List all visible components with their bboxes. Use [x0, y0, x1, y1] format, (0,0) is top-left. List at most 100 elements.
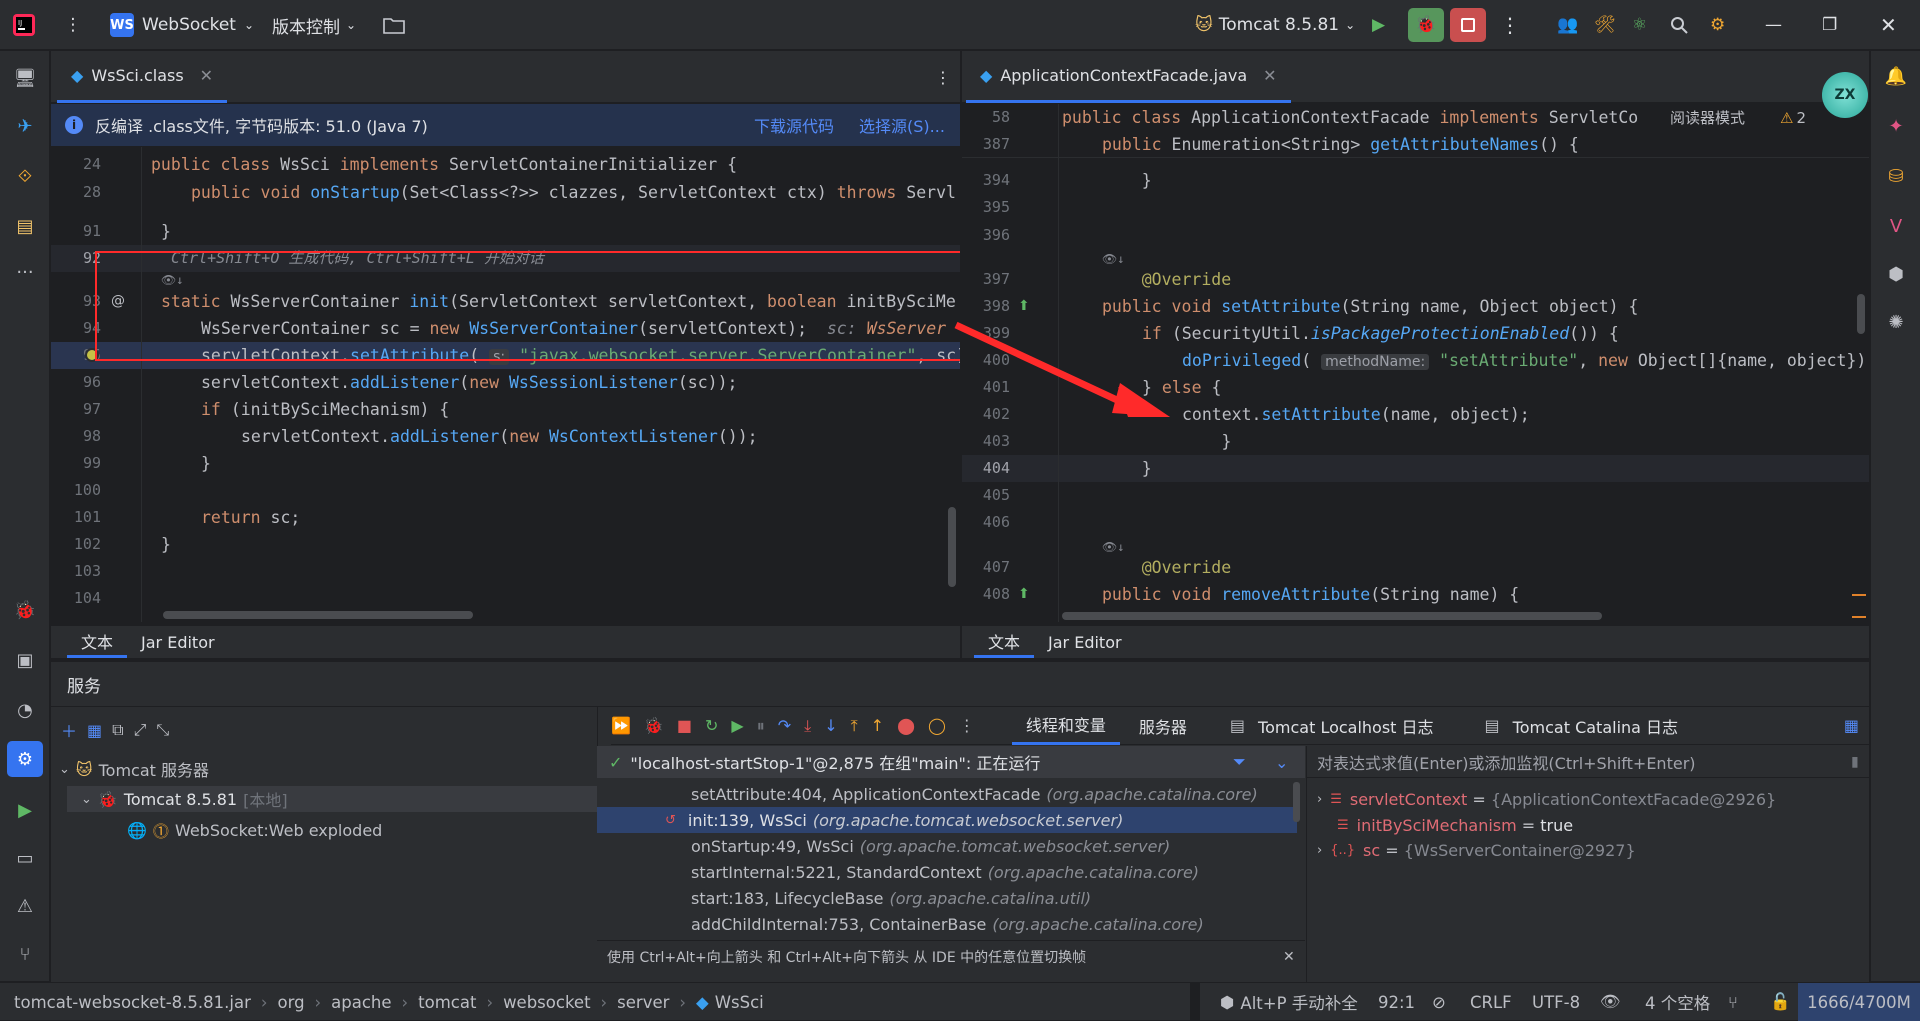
horizontal-scrollbar[interactable]	[163, 611, 473, 619]
structure-icon[interactable]: ⟐	[12, 163, 38, 189]
download-source-link[interactable]: 下载源代码	[754, 113, 834, 137]
collapse-all-icon[interactable]: ⤡	[156, 720, 169, 740]
settings-icon[interactable]: ⚙	[1710, 0, 1725, 50]
close-icon[interactable]: ✕	[200, 66, 213, 85]
filter-icon[interactable]: ⏷	[1233, 752, 1246, 772]
close-icon[interactable]: ✕	[1283, 949, 1295, 965]
vertical-scrollbar[interactable]	[1857, 294, 1865, 334]
step-out-icon[interactable]: ⤒	[851, 716, 858, 736]
tab-wssci-class[interactable]: ◆ WsSci.class ✕	[57, 51, 228, 103]
tools-icon[interactable]: 🛠	[1594, 0, 1616, 50]
terminal-icon[interactable]: ▭	[12, 845, 38, 871]
more-icon[interactable]: ⋮	[959, 716, 975, 735]
vcs-selector[interactable]: 版本控制 ⌄	[272, 0, 356, 50]
mute-breakpoints-icon[interactable]: ◯	[928, 716, 946, 735]
minimize-icon[interactable]: —	[1765, 0, 1782, 50]
bookmarks-icon[interactable]: ▣	[12, 647, 38, 673]
rerun-icon[interactable]: ⏩	[611, 716, 631, 735]
error-stripe-mark[interactable]	[1852, 616, 1866, 618]
close-icon[interactable]: ✕	[1263, 66, 1276, 85]
problems-icon[interactable]: ⚠	[12, 893, 38, 919]
debug-button[interactable]: 🐞	[1408, 0, 1444, 50]
tab-options-icon[interactable]: ⋮	[921, 51, 965, 103]
tab-threads-variables[interactable]: 线程和变量	[1011, 707, 1120, 745]
implements-marker-icon[interactable]: ⬆	[1018, 581, 1030, 608]
horizontal-scrollbar[interactable]	[1062, 612, 1602, 620]
project-icon[interactable]: 🖥	[12, 65, 38, 91]
new-tab-icon[interactable]: ⧉	[112, 720, 123, 740]
debug-tool-icon[interactable]: 🐞	[12, 597, 38, 623]
expand-all-icon[interactable]: ⤢	[134, 720, 147, 740]
breadcrumb-item[interactable]: org	[277, 993, 304, 1012]
breadcrumb-item[interactable]: server	[617, 993, 669, 1012]
error-stripe-mark[interactable]	[1852, 594, 1866, 596]
v-plugin-icon[interactable]: V	[1883, 213, 1909, 239]
run-icon[interactable]: ▶	[1372, 0, 1385, 50]
plugin-icon[interactable]: ⚛	[1632, 0, 1647, 50]
tree-item-artifact[interactable]: 🌐 ⓵ WebSocket:Web exploded	[127, 817, 382, 843]
tree-item-tomcat-instance[interactable]: ⌄ 🐞 Tomcat 8.5.81 [本地]	[67, 786, 631, 812]
more-actions-icon[interactable]: ⋮	[1500, 0, 1520, 50]
stack-frame-selected[interactable]: ↺ init:139, WsSci (org.apache.tomcat.webso…	[597, 807, 1297, 833]
evaluate-expression-input[interactable]: 对表达式求值(Enter)或添加监视(Ctrl+Shift+Enter) ▮	[1307, 746, 1869, 778]
memory-indicator[interactable]: 1666/4700M	[1798, 983, 1920, 1021]
stack-frame[interactable]: onStartup:49, WsSci (org.apache.tomcat.we…	[597, 833, 1297, 859]
breadcrumb-item[interactable]: apache	[331, 993, 391, 1012]
completion-widget[interactable]: ⬢ Alt+P 手动补全	[1220, 983, 1358, 1021]
group-icon[interactable]: ▦	[87, 721, 102, 740]
step-over-icon[interactable]: ↷	[778, 716, 791, 735]
tab-server[interactable]: 服务器	[1133, 714, 1193, 738]
breadcrumb-item[interactable]: WsSci	[715, 993, 764, 1012]
implements-marker-icon[interactable]: ⬆	[1018, 293, 1030, 320]
restart-icon[interactable]: ↻	[705, 716, 718, 735]
breadcrumb-item[interactable]: tomcat	[418, 993, 476, 1012]
git-icon[interactable]: ⑂	[12, 941, 38, 967]
caret-position[interactable]: 92:1	[1378, 983, 1415, 1021]
run-to-cursor-icon[interactable]: ↑	[871, 716, 884, 735]
breadcrumb-item[interactable]: websocket	[503, 993, 590, 1012]
profiler-icon[interactable]: ◔	[12, 697, 38, 723]
stack-frame[interactable]: startInternal:5221, StandardContext (org.…	[597, 859, 1297, 885]
database-icon[interactable]: ▤	[12, 213, 38, 239]
force-step-into-icon[interactable]: ↓	[824, 716, 837, 735]
view-breakpoints-icon[interactable]: ⬤	[897, 716, 915, 735]
stack-frame[interactable]: setAttribute:404, ApplicationContextFaca…	[597, 781, 1297, 807]
notifications-icon[interactable]: 🔔	[1883, 63, 1909, 89]
resume-icon[interactable]: ▶	[731, 716, 743, 735]
main-menu-icon[interactable]: ⋮	[60, 12, 86, 38]
stack-frame[interactable]: addChildInternal:753, ContainerBase (org.…	[597, 911, 1297, 937]
users-icon[interactable]: 👥	[1557, 0, 1578, 50]
breadcrumb-item[interactable]: tomcat-websocket-8.5.81.jar	[14, 993, 251, 1012]
layout-icon[interactable]: ▦	[1844, 716, 1859, 735]
tab-localhost-log[interactable]: Tomcat Localhost 日志	[1258, 714, 1434, 738]
tab-applicationcontextfacade[interactable]: ◆ ApplicationContextFacade.java ✕	[966, 51, 1291, 103]
vcs-icon[interactable]: ⑂	[1728, 983, 1738, 1021]
vertical-scrollbar[interactable]	[1293, 782, 1300, 822]
hex-icon[interactable]: ⬢	[1883, 261, 1909, 287]
eye-icon[interactable]: 👁	[1600, 983, 1621, 1021]
stop-button[interactable]	[1450, 0, 1486, 50]
stack-frame[interactable]: start:183, LifecycleBase (org.apache.cata…	[597, 885, 1297, 911]
left-code-editor[interactable]: 24 public class WsSci implements ServletC…	[51, 147, 960, 622]
intellij-logo-icon[interactable]: IJ	[12, 0, 36, 50]
step-into-icon[interactable]: ⤓	[804, 716, 811, 736]
indent-setting[interactable]: 4 个空格	[1645, 983, 1710, 1021]
tab-text[interactable]: 文本	[974, 626, 1035, 658]
reader-mode-button[interactable]: 阅读器模式	[1664, 104, 1752, 131]
vertical-scrollbar[interactable]	[948, 507, 956, 587]
add-icon[interactable]: ＋	[61, 718, 77, 742]
file-encoding[interactable]: UTF-8	[1532, 983, 1580, 1021]
readonly-icon[interactable]: ⊘	[1432, 983, 1446, 1021]
pause-icon[interactable]: ⏸	[757, 716, 765, 736]
ai-assistant-icon[interactable]: ✦	[1883, 113, 1909, 139]
variable-row[interactable]: ☰ initBySciMechanism = true	[1337, 812, 1573, 838]
chevron-down-icon[interactable]: ⌄	[1275, 753, 1288, 772]
services-tool-icon[interactable]: ⚙	[7, 741, 43, 777]
tab-jar-editor[interactable]: Jar Editor	[1034, 626, 1136, 658]
run-tool-icon[interactable]: ▶	[12, 797, 38, 823]
variable-row[interactable]: › ☰ servletContext = {ApplicationContext…	[1317, 786, 1776, 812]
copilot-icon[interactable]: ✺	[1883, 309, 1909, 335]
run-config-selector[interactable]: 🐱 Tomcat 8.5.81 ⌄	[1195, 0, 1355, 50]
thread-selector[interactable]: ✓ "localhost-startStop-1"@2,875 在组"main"…	[597, 746, 1305, 778]
folder-icon[interactable]	[383, 0, 405, 50]
